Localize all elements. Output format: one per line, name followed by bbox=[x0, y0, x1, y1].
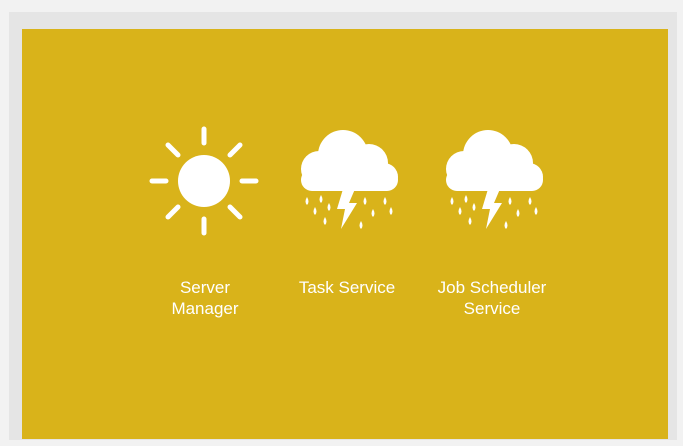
service-label: Task Service bbox=[298, 278, 396, 297]
sun-icon bbox=[135, 125, 275, 245]
service-label: Job Scheduler Service bbox=[437, 278, 547, 318]
storm-icon bbox=[417, 125, 567, 245]
status-tile: Server Manager Task Service Job Schedule… bbox=[22, 29, 668, 439]
storm-icon bbox=[277, 125, 417, 245]
service-label: Server Manager bbox=[171, 278, 239, 318]
